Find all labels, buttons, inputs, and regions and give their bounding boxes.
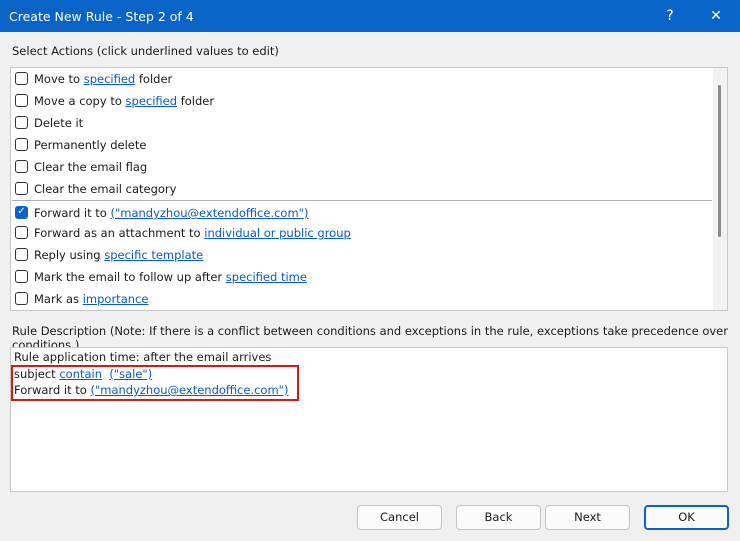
action-text: Clear the email category — [34, 182, 177, 196]
action-item-delete[interactable]: Delete it — [15, 113, 83, 133]
action-item-forward-attachment[interactable]: Forward as an attachment to individual o… — [15, 223, 351, 243]
action-text: Move to — [34, 72, 84, 86]
checkbox[interactable] — [15, 138, 28, 151]
action-item-follow-up[interactable]: Mark the email to follow up after specif… — [15, 267, 307, 287]
red-highlight-box — [11, 365, 299, 401]
close-button[interactable]: ✕ — [704, 4, 728, 28]
action-item-clear-flag[interactable]: Clear the email flag — [15, 157, 147, 177]
list-divider — [12, 200, 712, 201]
back-button[interactable]: Back — [456, 505, 541, 530]
select-actions-label: Select Actions (click underlined values … — [12, 44, 279, 58]
next-button[interactable]: Next — [545, 505, 630, 530]
help-button[interactable]: ? — [658, 4, 682, 28]
checkbox-checked[interactable]: ✓ — [15, 206, 28, 219]
rule-description-box: Rule application time: after the email a… — [10, 347, 728, 492]
action-text: Delete it — [34, 116, 84, 130]
action-text-suffix: folder — [177, 94, 215, 108]
checkbox[interactable] — [15, 160, 28, 173]
action-item-forward[interactable]: ✓ Forward it to ("mandyzhou@extendoffice.… — [15, 203, 308, 223]
action-item-clear-category[interactable]: Clear the email category — [15, 179, 176, 199]
checkbox[interactable] — [15, 94, 28, 107]
rule-application-time-text: Rule application time: after the email a… — [14, 350, 272, 364]
action-text: Clear the email flag — [34, 160, 148, 174]
actions-list[interactable]: Move to specified folder Move a copy to … — [10, 67, 728, 311]
action-value-link[interactable]: individual or public group — [204, 226, 351, 240]
action-item-mark-importance[interactable]: Mark as importance — [15, 289, 148, 309]
checkbox[interactable] — [15, 182, 28, 195]
action-item-reply-template[interactable]: Reply using specific template — [15, 245, 203, 265]
window-title: Create New Rule - Step 2 of 4 — [9, 9, 194, 24]
checkbox[interactable] — [15, 72, 28, 85]
checkbox[interactable] — [15, 270, 28, 283]
checkmark-icon: ✓ — [17, 206, 26, 217]
action-value-link[interactable]: specified — [126, 94, 178, 108]
action-text: Move a copy to — [34, 94, 126, 108]
title-bar: Create New Rule - Step 2 of 4 ? ✕ — [0, 0, 740, 32]
action-value-link[interactable]: specific template — [104, 248, 203, 262]
checkbox[interactable] — [15, 248, 28, 261]
action-value-link[interactable]: specified time — [226, 270, 307, 284]
action-value-link[interactable]: specified — [84, 72, 136, 86]
checkbox[interactable] — [15, 226, 28, 239]
action-item-move-copy[interactable]: Move a copy to specified folder — [15, 91, 214, 111]
action-value-link[interactable]: ("mandyzhou@extendoffice.com") — [110, 206, 308, 220]
action-item-move-to-folder[interactable]: Move to specified folder — [15, 69, 172, 89]
action-text: Mark as — [34, 292, 83, 306]
action-text: Permanently delete — [34, 138, 147, 152]
action-text: Reply using — [34, 248, 105, 262]
cancel-button[interactable]: Cancel — [357, 505, 442, 530]
checkbox[interactable] — [15, 116, 28, 129]
action-text: Mark the email to follow up after — [34, 270, 226, 284]
action-value-link[interactable]: importance — [83, 292, 149, 306]
vertical-scrollbar[interactable] — [713, 68, 727, 310]
action-text: Forward as an attachment to — [34, 226, 205, 240]
action-text-suffix: folder — [135, 72, 173, 86]
checkbox[interactable] — [15, 292, 28, 305]
action-item-permanently-delete[interactable]: Permanently delete — [15, 135, 146, 155]
ok-button[interactable]: OK — [644, 505, 729, 530]
scrollbar-thumb[interactable] — [718, 85, 721, 237]
action-text: Forward it to — [34, 206, 111, 220]
